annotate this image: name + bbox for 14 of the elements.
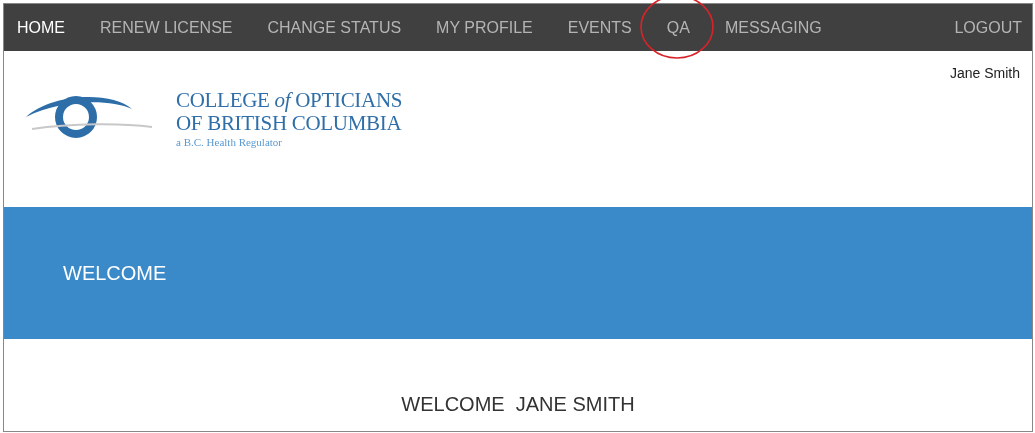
logout-link[interactable]: LOGOUT	[954, 15, 1022, 40]
nav-link[interactable]: QA	[663, 15, 693, 40]
nav-link[interactable]: HOME	[14, 15, 68, 40]
nav-link[interactable]: EVENTS	[564, 15, 635, 40]
user-name: Jane Smith	[949, 64, 1020, 83]
logo-text: OF BRITISH COLUMBIA	[176, 112, 403, 135]
welcome-message: WELCOME JANE SMITH	[401, 392, 635, 417]
banner-title: WELCOME	[63, 261, 167, 286]
logo-text: COLLEGE of OPTICIANS	[176, 89, 403, 112]
nav-link[interactable]: MY PROFILE	[433, 15, 536, 40]
nav-link[interactable]: CHANGE STATUS	[264, 15, 405, 40]
nav-link[interactable]: MESSAGING	[721, 15, 825, 40]
nav-link[interactable]: RENEW LICENSE	[97, 15, 236, 40]
logo-tagline: a B.C. Health Regulator	[176, 135, 283, 149]
